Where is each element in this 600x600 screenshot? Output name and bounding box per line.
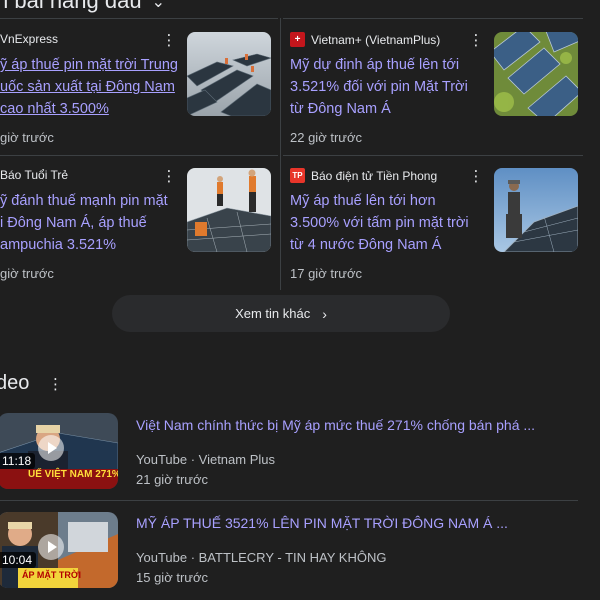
video-duration: 11:18 xyxy=(0,453,36,469)
news-thumbnail[interactable] xyxy=(494,168,578,252)
source-row: TP Báo điện tử Tiền Phong xyxy=(290,168,437,183)
divider xyxy=(0,155,278,156)
headline-line: từ 4 nước Đông Nam Á xyxy=(290,237,442,253)
news-thumbnail[interactable] xyxy=(187,32,271,116)
news-timestamp: giờ trước xyxy=(0,130,54,145)
top-stories-heading: n bài hàng đầu ⌄ xyxy=(0,0,165,14)
tienphong-logo-icon: TP xyxy=(290,168,305,183)
video-thumbnail[interactable]: ÁP MẶT TRỜI 10:04 xyxy=(0,512,118,588)
headline-line: từ Đông Nam Á xyxy=(290,101,391,117)
solar-workers-image xyxy=(187,168,271,252)
news-headline[interactable]: ỹ áp thuế pin mặt trời Trung uốc sản xuấ… xyxy=(0,54,178,120)
video-source: YouTube · BATTLECRY - TIN HAY KHÔNG xyxy=(136,550,387,565)
vietnamplus-logo-icon: + xyxy=(290,32,305,47)
source-name: Báo Tuổi Trẻ xyxy=(0,168,69,182)
more-options-icon[interactable]: ⋮ xyxy=(468,32,484,50)
video-title[interactable]: MỸ ÁP THUẾ 3521% LÊN PIN MẶT TRỜI ĐÔNG N… xyxy=(136,515,508,531)
news-thumbnail[interactable] xyxy=(187,168,271,252)
more-options-icon[interactable]: ⋮ xyxy=(161,32,177,50)
news-headline[interactable]: Mỹ dự định áp thuế lên tới 3.521% đối vớ… xyxy=(290,54,468,120)
news-headline[interactable]: Mỹ áp thuế lên tới hơn 3.500% với tấm pi… xyxy=(290,190,469,256)
headline-line: ỹ đánh thuế mạnh pin mặt xyxy=(0,193,168,209)
divider xyxy=(0,500,578,501)
search-results-page: n bài hàng đầu ⌄ VnExpress ⋮ ỹ áp thuế pi… xyxy=(0,0,600,600)
headline-line: ampuchia 3.521% xyxy=(0,237,117,253)
chevron-right-icon: › xyxy=(322,305,327,322)
more-options-icon[interactable]: ⋮ xyxy=(48,375,63,393)
chevron-down-icon[interactable]: ⌄ xyxy=(152,0,165,12)
news-timestamp: 22 giờ trước xyxy=(290,130,362,145)
video-timestamp: 21 giờ trước xyxy=(136,472,208,487)
thumbnail-overlay-text: ÁP MẶT TRỜI xyxy=(22,570,82,580)
source-row: Báo Tuổi Trẻ xyxy=(0,168,68,182)
divider xyxy=(283,155,583,156)
headline-line: i Đông Nam Á, áp thuế xyxy=(0,215,147,231)
video-thumbnail[interactable]: UẾ VIỆT NAM 271% 11:18 xyxy=(0,413,118,489)
divider xyxy=(0,18,278,19)
headline-line: uốc sản xuất tại Đông Nam xyxy=(0,79,175,95)
source-row: VnExpress xyxy=(0,32,58,46)
source-name: VnExpress xyxy=(0,32,59,46)
more-options-icon[interactable]: ⋮ xyxy=(468,168,484,186)
headline-line: Mỹ áp thuế lên tới hơn xyxy=(290,193,436,209)
source-row: + Vietnam+ (VietnamPlus) xyxy=(290,32,440,47)
thumbnail-overlay-text: UẾ VIỆT NAM 271% xyxy=(28,469,118,480)
video-source: YouTube · Vietnam Plus xyxy=(136,452,275,467)
news-headline[interactable]: ỹ đánh thuế mạnh pin mặt i Đông Nam Á, á… xyxy=(0,190,168,256)
news-timestamp: 17 giờ trước xyxy=(290,266,362,281)
play-icon[interactable] xyxy=(38,435,64,461)
video-duration: 10:04 xyxy=(0,552,37,568)
more-news-label: Xem tin khác xyxy=(235,306,311,321)
divider xyxy=(280,18,281,290)
source-name: Vietnam+ (VietnamPlus) xyxy=(311,32,441,47)
more-options-icon[interactable]: ⋮ xyxy=(161,168,177,186)
solar-panel-image xyxy=(494,32,578,116)
news-timestamp: giờ trước xyxy=(0,266,54,281)
divider xyxy=(283,18,583,19)
news-thumbnail[interactable] xyxy=(494,32,578,116)
solar-farm-image xyxy=(187,32,271,116)
headline-line: 3.521% đối với pin Mặt Trời xyxy=(290,79,468,95)
headline-line: cao nhất 3.500% xyxy=(0,101,109,117)
videos-heading: deo xyxy=(0,372,30,394)
more-news-button[interactable]: Xem tin khác › xyxy=(112,295,450,332)
headline-line: Mỹ dự định áp thuế lên tới xyxy=(290,57,460,73)
play-icon[interactable] xyxy=(38,534,64,560)
solar-installer-image xyxy=(494,168,578,252)
headline-line: 3.500% với tấm pin mặt trời xyxy=(290,215,469,231)
video-title[interactable]: Việt Nam chính thức bị Mỹ áp mức thuế 27… xyxy=(136,417,535,433)
top-stories-title: n bài hàng đầu xyxy=(0,0,142,13)
source-name: Báo điện tử Tiền Phong xyxy=(311,168,438,183)
video-timestamp: 15 giờ trước xyxy=(136,570,208,585)
headline-line: ỹ áp thuế pin mặt trời Trung xyxy=(0,57,178,73)
